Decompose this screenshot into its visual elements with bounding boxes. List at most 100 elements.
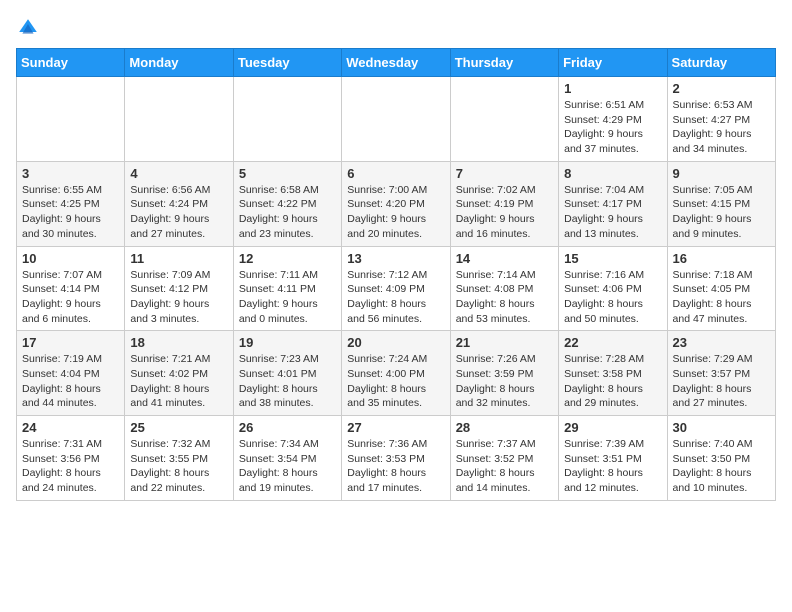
day-info: Sunrise: 7:21 AM Sunset: 4:02 PM Dayligh… [130, 352, 227, 411]
day-number: 6 [347, 166, 444, 181]
day-cell: 30 Sunrise: 7:40 AM Sunset: 3:50 PM Dayli… [667, 416, 775, 501]
day-cell: 3 Sunrise: 6:55 AM Sunset: 4:25 PM Daylig… [17, 161, 125, 246]
day-number: 21 [456, 335, 553, 350]
day-number: 22 [564, 335, 661, 350]
day-info: Sunrise: 7:09 AM Sunset: 4:12 PM Dayligh… [130, 268, 227, 327]
day-cell: 2Sunrise: 6:53 AM Sunset: 4:27 PM Daylig… [667, 77, 775, 162]
column-header-friday: Friday [559, 49, 667, 77]
day-info: Sunrise: 7:32 AM Sunset: 3:55 PM Dayligh… [130, 437, 227, 496]
day-number: 26 [239, 420, 336, 435]
day-cell: 9Sunrise: 7:05 AM Sunset: 4:15 PM Daylig… [667, 161, 775, 246]
day-info: Sunrise: 7:23 AM Sunset: 4:01 PM Dayligh… [239, 352, 336, 411]
week-row-4: 17 Sunrise: 7:19 AM Sunset: 4:04 PM Dayli… [17, 331, 776, 416]
day-number: 1 [564, 81, 661, 96]
day-info: Sunrise: 7:39 AM Sunset: 3:51 PM Dayligh… [564, 437, 661, 496]
day-number: 17 [22, 335, 119, 350]
column-header-tuesday: Tuesday [233, 49, 341, 77]
header [16, 16, 776, 40]
day-cell [125, 77, 233, 162]
day-cell: 23 Sunrise: 7:29 AM Sunset: 3:57 PM Dayli… [667, 331, 775, 416]
day-number: 4 [130, 166, 227, 181]
day-cell: 14 Sunrise: 7:14 AM Sunset: 4:08 PM Dayli… [450, 246, 558, 331]
day-cell: 22Sunrise: 7:28 AM Sunset: 3:58 PM Dayli… [559, 331, 667, 416]
day-info: Sunrise: 7:31 AM Sunset: 3:56 PM Dayligh… [22, 437, 119, 496]
column-header-wednesday: Wednesday [342, 49, 450, 77]
day-info: Sunrise: 6:55 AM Sunset: 4:25 PM Dayligh… [22, 183, 119, 242]
day-info: Sunrise: 7:05 AM Sunset: 4:15 PM Dayligh… [673, 183, 770, 242]
day-number: 25 [130, 420, 227, 435]
calendar-body: 1Sunrise: 6:51 AM Sunset: 4:29 PM Daylig… [17, 77, 776, 501]
day-cell: 18 Sunrise: 7:21 AM Sunset: 4:02 PM Dayli… [125, 331, 233, 416]
column-header-monday: Monday [125, 49, 233, 77]
column-header-thursday: Thursday [450, 49, 558, 77]
day-info: Sunrise: 7:18 AM Sunset: 4:05 PM Dayligh… [673, 268, 770, 327]
calendar: SundayMondayTuesdayWednesdayThursdayFrid… [16, 48, 776, 501]
day-cell: 4Sunrise: 6:56 AM Sunset: 4:24 PM Daylig… [125, 161, 233, 246]
day-cell: 8 Sunrise: 7:04 AM Sunset: 4:17 PM Daylig… [559, 161, 667, 246]
day-number: 29 [564, 420, 661, 435]
week-row-3: 10 Sunrise: 7:07 AM Sunset: 4:14 PM Dayli… [17, 246, 776, 331]
column-header-saturday: Saturday [667, 49, 775, 77]
calendar-header-row: SundayMondayTuesdayWednesdayThursdayFrid… [17, 49, 776, 77]
day-info: Sunrise: 7:16 AM Sunset: 4:06 PM Dayligh… [564, 268, 661, 327]
day-number: 27 [347, 420, 444, 435]
day-info: Sunrise: 7:34 AM Sunset: 3:54 PM Dayligh… [239, 437, 336, 496]
day-info: Sunrise: 7:04 AM Sunset: 4:17 PM Dayligh… [564, 183, 661, 242]
day-cell: 12 Sunrise: 7:11 AM Sunset: 4:11 PM Dayli… [233, 246, 341, 331]
day-number: 7 [456, 166, 553, 181]
day-cell [342, 77, 450, 162]
day-info: Sunrise: 7:02 AM Sunset: 4:19 PM Dayligh… [456, 183, 553, 242]
day-number: 15 [564, 251, 661, 266]
day-cell: 27Sunrise: 7:36 AM Sunset: 3:53 PM Dayli… [342, 416, 450, 501]
day-info: Sunrise: 7:14 AM Sunset: 4:08 PM Dayligh… [456, 268, 553, 327]
day-cell: 7 Sunrise: 7:02 AM Sunset: 4:19 PM Daylig… [450, 161, 558, 246]
day-info: Sunrise: 6:53 AM Sunset: 4:27 PM Dayligh… [673, 98, 770, 157]
day-info: Sunrise: 7:07 AM Sunset: 4:14 PM Dayligh… [22, 268, 119, 327]
day-cell: 17 Sunrise: 7:19 AM Sunset: 4:04 PM Dayli… [17, 331, 125, 416]
day-number: 23 [673, 335, 770, 350]
day-cell: 5 Sunrise: 6:58 AM Sunset: 4:22 PM Daylig… [233, 161, 341, 246]
day-info: Sunrise: 7:26 AM Sunset: 3:59 PM Dayligh… [456, 352, 553, 411]
day-cell: 24Sunrise: 7:31 AM Sunset: 3:56 PM Dayli… [17, 416, 125, 501]
day-number: 8 [564, 166, 661, 181]
week-row-5: 24Sunrise: 7:31 AM Sunset: 3:56 PM Dayli… [17, 416, 776, 501]
day-cell [17, 77, 125, 162]
day-number: 5 [239, 166, 336, 181]
day-number: 10 [22, 251, 119, 266]
day-info: Sunrise: 7:00 AM Sunset: 4:20 PM Dayligh… [347, 183, 444, 242]
day-info: Sunrise: 7:11 AM Sunset: 4:11 PM Dayligh… [239, 268, 336, 327]
day-cell: 20Sunrise: 7:24 AM Sunset: 4:00 PM Dayli… [342, 331, 450, 416]
day-cell: 1Sunrise: 6:51 AM Sunset: 4:29 PM Daylig… [559, 77, 667, 162]
day-cell: 21 Sunrise: 7:26 AM Sunset: 3:59 PM Dayli… [450, 331, 558, 416]
day-number: 3 [22, 166, 119, 181]
day-cell: 16 Sunrise: 7:18 AM Sunset: 4:05 PM Dayli… [667, 246, 775, 331]
day-info: Sunrise: 7:37 AM Sunset: 3:52 PM Dayligh… [456, 437, 553, 496]
week-row-2: 3 Sunrise: 6:55 AM Sunset: 4:25 PM Daylig… [17, 161, 776, 246]
day-number: 14 [456, 251, 553, 266]
day-cell: 28 Sunrise: 7:37 AM Sunset: 3:52 PM Dayli… [450, 416, 558, 501]
day-number: 20 [347, 335, 444, 350]
day-info: Sunrise: 6:58 AM Sunset: 4:22 PM Dayligh… [239, 183, 336, 242]
day-info: Sunrise: 7:12 AM Sunset: 4:09 PM Dayligh… [347, 268, 444, 327]
day-info: Sunrise: 7:29 AM Sunset: 3:57 PM Dayligh… [673, 352, 770, 411]
day-number: 30 [673, 420, 770, 435]
day-cell [450, 77, 558, 162]
day-number: 12 [239, 251, 336, 266]
day-info: Sunrise: 7:19 AM Sunset: 4:04 PM Dayligh… [22, 352, 119, 411]
day-cell: 25 Sunrise: 7:32 AM Sunset: 3:55 PM Dayli… [125, 416, 233, 501]
calendar-header: SundayMondayTuesdayWednesdayThursdayFrid… [17, 49, 776, 77]
day-number: 11 [130, 251, 227, 266]
day-number: 18 [130, 335, 227, 350]
column-header-sunday: Sunday [17, 49, 125, 77]
day-info: Sunrise: 7:40 AM Sunset: 3:50 PM Dayligh… [673, 437, 770, 496]
day-cell: 26 Sunrise: 7:34 AM Sunset: 3:54 PM Dayli… [233, 416, 341, 501]
day-number: 13 [347, 251, 444, 266]
day-number: 28 [456, 420, 553, 435]
logo-icon [16, 16, 40, 40]
day-number: 16 [673, 251, 770, 266]
day-cell: 11 Sunrise: 7:09 AM Sunset: 4:12 PM Dayli… [125, 246, 233, 331]
day-cell: 15 Sunrise: 7:16 AM Sunset: 4:06 PM Dayli… [559, 246, 667, 331]
day-number: 19 [239, 335, 336, 350]
logo [16, 16, 44, 40]
day-cell: 13 Sunrise: 7:12 AM Sunset: 4:09 PM Dayli… [342, 246, 450, 331]
